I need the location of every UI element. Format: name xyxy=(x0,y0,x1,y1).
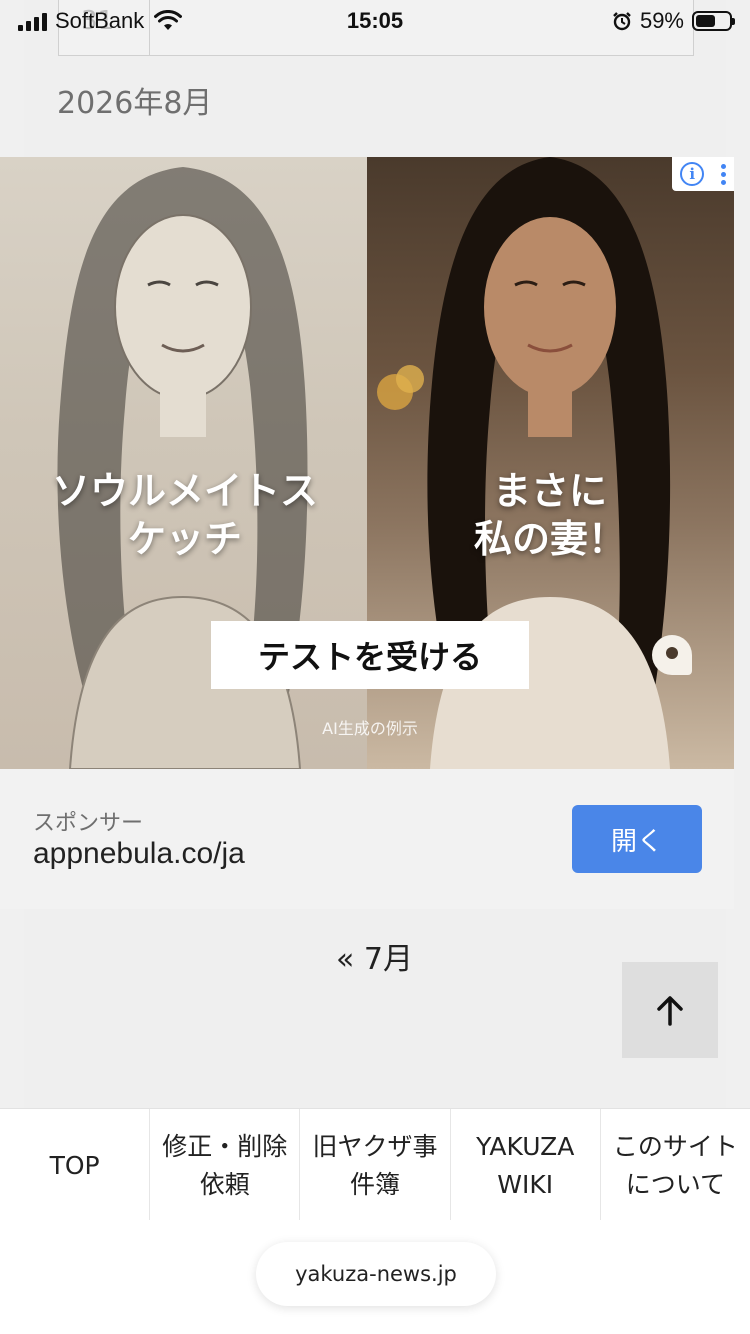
arrow-up-icon xyxy=(657,996,683,1026)
nav-item-about[interactable]: このサイト について xyxy=(601,1109,750,1220)
battery-icon xyxy=(692,11,735,31)
page: SoftBank 15:05 59% 31 2026年8月 « 7月 ソウルメイ… xyxy=(0,0,750,1334)
ad-headline-right: まさに 私の妻！ xyxy=(473,469,626,561)
more-options-icon[interactable] xyxy=(720,163,726,185)
ad-sponsor-bar: スポンサー appnebula.co/ja 開く xyxy=(0,769,734,909)
battery-percent: 59% xyxy=(639,8,684,33)
ad-cta-button[interactable]: テストを受ける xyxy=(211,621,529,689)
sponsor-url[interactable]: appnebula.co/ja xyxy=(33,837,245,871)
alarm-icon xyxy=(613,12,631,31)
sponsor-label: スポンサー xyxy=(33,811,144,836)
ad-banner[interactable]: ソウルメイトス ケッチ まさに 私の妻！ テストを受ける AI生成の例示 i xyxy=(0,157,734,769)
nav-item-label: 修正・削除 依頼 xyxy=(162,1131,288,1199)
scroll-to-top-button[interactable] xyxy=(622,962,718,1058)
open-button[interactable]: 開く xyxy=(572,805,702,873)
prev-month-link[interactable]: « 7月 xyxy=(336,934,413,978)
nav-item-label: YAKUZA WIKI xyxy=(476,1131,575,1199)
info-icon[interactable]: i xyxy=(680,162,705,186)
nav-item-correction-request[interactable]: 修正・削除 依頼 xyxy=(150,1109,301,1220)
nav-item-label: TOP xyxy=(49,1150,100,1180)
carrier-name: SoftBank xyxy=(55,8,145,33)
nav-item-old-case-book[interactable]: 旧ヤクザ事 件簿 xyxy=(300,1109,451,1220)
signal-icon xyxy=(18,11,47,31)
nav-item-top[interactable]: TOP xyxy=(0,1109,151,1220)
ad-choices-badge[interactable]: i xyxy=(672,157,734,191)
ad-brand-logo xyxy=(652,635,692,675)
status-bar: SoftBank 15:05 59% xyxy=(0,0,750,42)
nav-item-label: このサイト について xyxy=(612,1131,738,1199)
bottom-nav: TOP 修正・削除 依頼 旧ヤクザ事 件簿 YAKUZA WIKI このサイト … xyxy=(0,1108,750,1220)
nav-item-yakuza-wiki[interactable]: YAKUZA WIKI xyxy=(451,1109,601,1220)
nav-item-label: 旧ヤクザ事 件簿 xyxy=(312,1131,438,1199)
browser-toolbar: yakuza-news.jp xyxy=(0,1220,750,1334)
wifi-icon xyxy=(154,10,183,30)
ad-headline-left: ソウルメイトス ケッチ xyxy=(51,469,318,561)
ad-caption: AI生成の例示 xyxy=(322,719,418,738)
calendar-month-title: 2026年8月 xyxy=(57,86,213,121)
address-bar[interactable]: yakuza-news.jp xyxy=(256,1242,496,1306)
